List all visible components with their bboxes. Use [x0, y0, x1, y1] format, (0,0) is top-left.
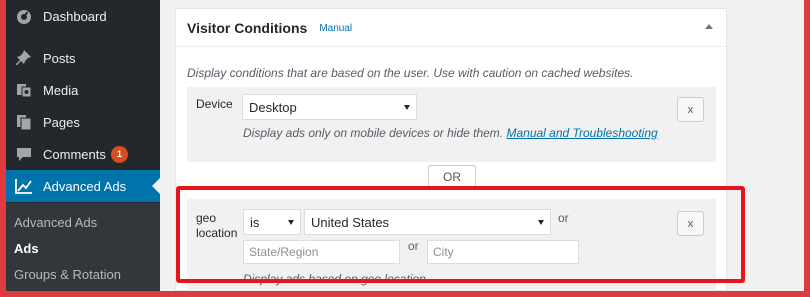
dropdown-arrow-icon	[538, 220, 544, 225]
collapse-arrow-icon[interactable]	[705, 24, 713, 29]
remove-geo-condition-button[interactable]: x	[677, 211, 704, 236]
submenu-item-advanced-ads[interactable]: Advanced Ads	[14, 215, 97, 230]
comment-icon	[14, 144, 34, 164]
device-condition-row: Device Desktop Display ads only on mobil…	[187, 87, 716, 162]
geo-operator-select[interactable]: is	[243, 209, 301, 235]
sidebar-item-label: Comments	[43, 146, 106, 162]
or-connector-button[interactable]: OR	[428, 165, 476, 189]
current-menu-arrow	[152, 178, 160, 194]
submenu-item-groups-rotation[interactable]: Groups & Rotation	[14, 267, 121, 282]
wp-admin-window: Dashboard Posts Media Pages Comments 1 A…	[6, 0, 804, 291]
visitor-conditions-metabox: Visitor Conditions Manual Display condit…	[175, 8, 727, 291]
submenu-item-ads[interactable]: Ads	[14, 241, 39, 256]
device-help-message: Display ads only on mobile devices or hi…	[243, 126, 504, 140]
advanced-ads-submenu: Advanced Ads Ads Groups & Rotation	[6, 203, 160, 291]
metabox-title: Visitor Conditions	[187, 19, 308, 36]
sidebar-item-dashboard[interactable]: Dashboard	[6, 0, 160, 32]
geo-operator-value: is	[250, 214, 260, 230]
sidebar-item-media[interactable]: Media	[6, 74, 160, 106]
country-select[interactable]: United States	[304, 209, 551, 235]
remove-device-condition-button[interactable]: x	[677, 97, 704, 122]
city-input[interactable]: City	[427, 240, 579, 264]
metabox-header[interactable]: Visitor Conditions Manual	[176, 9, 726, 47]
sidebar-item-label: Advanced Ads	[43, 178, 127, 194]
dropdown-arrow-icon	[288, 220, 294, 225]
geo-help-text: Display ads based on geo location.	[243, 272, 430, 286]
geo-location-label: geo location	[196, 211, 238, 240]
sidebar-item-comments[interactable]: Comments 1	[6, 138, 160, 170]
manual-troubleshooting-link[interactable]: Manual and Troubleshooting	[506, 126, 657, 140]
state-region-input[interactable]: State/Region	[243, 240, 400, 264]
or-separator-text: or	[408, 239, 419, 253]
device-select[interactable]: Desktop	[242, 94, 417, 120]
sidebar-item-advanced-ads[interactable]: Advanced Ads	[6, 170, 160, 202]
device-label: Device	[196, 97, 233, 111]
dropdown-arrow-icon	[404, 105, 410, 110]
sidebar-item-posts[interactable]: Posts	[6, 42, 160, 74]
panel-description: Display conditions that are based on the…	[187, 66, 634, 80]
media-icon	[14, 80, 34, 100]
chart-icon	[14, 176, 34, 196]
manual-link[interactable]: Manual	[319, 23, 352, 34]
admin-sidebar: Dashboard Posts Media Pages Comments 1 A…	[6, 0, 160, 291]
country-select-value: United States	[311, 214, 390, 230]
pages-icon	[14, 112, 34, 132]
geo-condition-row: geo location is United States or State/R…	[187, 199, 716, 291]
comments-count-badge: 1	[110, 145, 128, 163]
sidebar-item-label: Posts	[43, 50, 76, 66]
device-select-value: Desktop	[249, 99, 297, 115]
or-separator-text: or	[558, 211, 569, 225]
device-help-text: Display ads only on mobile devices or hi…	[243, 126, 658, 140]
sidebar-item-label: Dashboard	[43, 8, 107, 24]
pin-icon	[14, 48, 34, 68]
dashboard-icon	[14, 6, 34, 26]
sidebar-item-label: Pages	[43, 114, 80, 130]
sidebar-item-pages[interactable]: Pages	[6, 106, 160, 138]
sidebar-item-label: Media	[43, 82, 79, 98]
